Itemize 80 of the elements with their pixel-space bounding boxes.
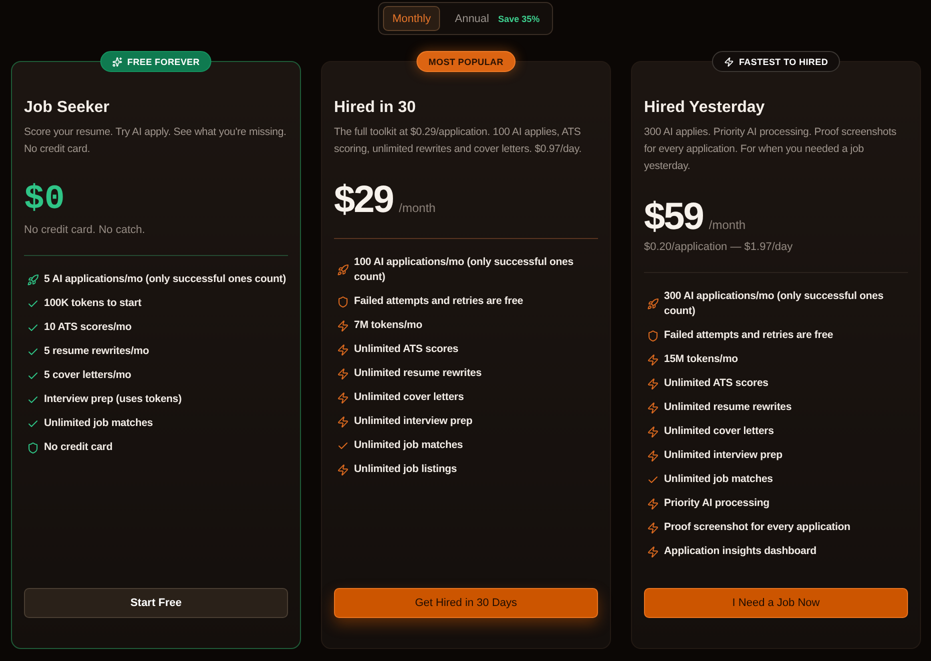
- feature-text: Priority AI processing: [664, 496, 770, 511]
- rocket-icon: [337, 264, 349, 276]
- feature-text: Failed attempts and retries are free: [354, 294, 524, 309]
- shield-icon: [27, 442, 39, 454]
- lightning-bolt-icon: [647, 522, 659, 534]
- price-note: $0.20/application — $1.97/day: [644, 240, 794, 254]
- lightning-bolt-icon: [337, 392, 349, 404]
- check-icon: [27, 418, 39, 430]
- feature-text: Unlimited resume rewrites: [354, 366, 483, 381]
- lightning-bolt-icon: [647, 546, 659, 558]
- check-icon: [27, 346, 39, 358]
- check-icon: [27, 370, 39, 382]
- feature-text: Unlimited interview prep: [664, 448, 784, 463]
- badge-label: MOST POPULAR: [428, 56, 504, 66]
- feature-text: Failed attempts and retries are free: [664, 328, 834, 343]
- lightning-bolt-icon: [724, 56, 734, 66]
- feature-text: Unlimited job matches: [44, 416, 154, 431]
- lightning-bolt-icon: [647, 378, 659, 390]
- feature-text: Unlimited job matches: [664, 472, 774, 487]
- check-icon: [337, 440, 349, 452]
- plan-price: $29: [334, 180, 393, 220]
- billing-period-tab[interactable]: Monthly: [383, 6, 440, 31]
- price-note: No credit card. No catch.: [24, 223, 146, 237]
- billing-period-tab[interactable]: Annual: [446, 6, 498, 31]
- lightning-bolt-icon: [337, 320, 349, 332]
- plan-button[interactable]: Get Hired in 30 Days: [334, 588, 598, 618]
- plan-title: Hired Yesterday: [644, 98, 766, 118]
- plan-button[interactable]: I Need a Job Now: [644, 588, 908, 618]
- badge-label: FASTEST TO HIRED: [738, 56, 828, 66]
- feature-text: Interview prep (uses tokens): [44, 392, 183, 407]
- plan-description: Score your resume. Try AI apply. See what you're missing. No credit card.: [24, 125, 288, 157]
- rocket-icon: [27, 274, 39, 286]
- plan-price: $0: [24, 180, 65, 220]
- feature-text: Unlimited interview prep: [354, 414, 474, 429]
- feature-text: 10 ATS scores/mo: [44, 320, 132, 335]
- price-period: /month: [708, 218, 746, 232]
- plan-button[interactable]: Start Free: [24, 588, 288, 618]
- lightning-bolt-icon: [337, 464, 349, 476]
- feature-text: 100 AI applications/mo (only successful ones count): [354, 255, 574, 285]
- lightning-bolt-icon: [647, 354, 659, 366]
- feature-text: Proof screenshot for every application: [664, 520, 852, 535]
- check-icon: [647, 474, 659, 486]
- lightning-bolt-icon: [647, 450, 659, 462]
- check-icon: [27, 322, 39, 334]
- feature-text: 100K tokens to start: [44, 296, 142, 311]
- shield-icon: [337, 296, 349, 308]
- feature-text: Unlimited ATS scores: [354, 342, 460, 357]
- feature-text: Unlimited ATS scores: [664, 376, 770, 391]
- plan-price: $59: [644, 197, 703, 237]
- lightning-bolt-icon: [337, 416, 349, 428]
- feature-text: No credit card: [44, 440, 114, 455]
- feature-text: 7M tokens/mo: [354, 318, 424, 333]
- lightning-bolt-icon: [647, 498, 659, 510]
- feature-text: 5 AI applications/mo (only successful ones count): [44, 272, 287, 287]
- badge-label: FREE FOREVER: [127, 56, 200, 66]
- feature-text: Unlimited cover letters: [354, 390, 465, 405]
- feature-text: Unlimited resume rewrites: [664, 400, 793, 415]
- plan-description: The full toolkit at $0.29/application. 100 AI applies, ATS scoring, unlimited rewrites and cover letters. $0.97/day.: [334, 125, 582, 157]
- lightning-bolt-icon: [337, 344, 349, 356]
- feature-text: 5 resume rewrites/mo: [44, 344, 150, 359]
- feature-text: 5 cover letters/mo: [44, 368, 132, 383]
- discount-label: Save 35%: [498, 14, 540, 24]
- price-period: /month: [398, 201, 436, 215]
- feature-text: 15M tokens/mo: [664, 352, 739, 367]
- plan-title: Job Seeker: [24, 98, 110, 118]
- feature-text: Unlimited job listings: [354, 462, 458, 477]
- feature-text: 300 AI applications/mo (only successful ones count): [664, 289, 884, 319]
- rocket-icon: [647, 298, 659, 310]
- lightning-bolt-icon: [647, 402, 659, 414]
- lightning-bolt-icon: [337, 368, 349, 380]
- feature-text: Unlimited cover letters: [664, 424, 775, 439]
- sparkle-icon: [112, 56, 122, 66]
- feature-text: Application insights dashboard: [664, 544, 818, 559]
- lightning-bolt-icon: [647, 426, 659, 438]
- feature-text: Unlimited job matches: [354, 438, 464, 453]
- plan-description: 300 AI applies. Priority AI processing. Proof screenshots for every application. For when you needed a job yesterday.: [644, 125, 898, 174]
- check-icon: [27, 394, 39, 406]
- check-icon: [27, 298, 39, 310]
- plan-title: Hired in 30: [334, 98, 417, 118]
- shield-icon: [647, 330, 659, 342]
